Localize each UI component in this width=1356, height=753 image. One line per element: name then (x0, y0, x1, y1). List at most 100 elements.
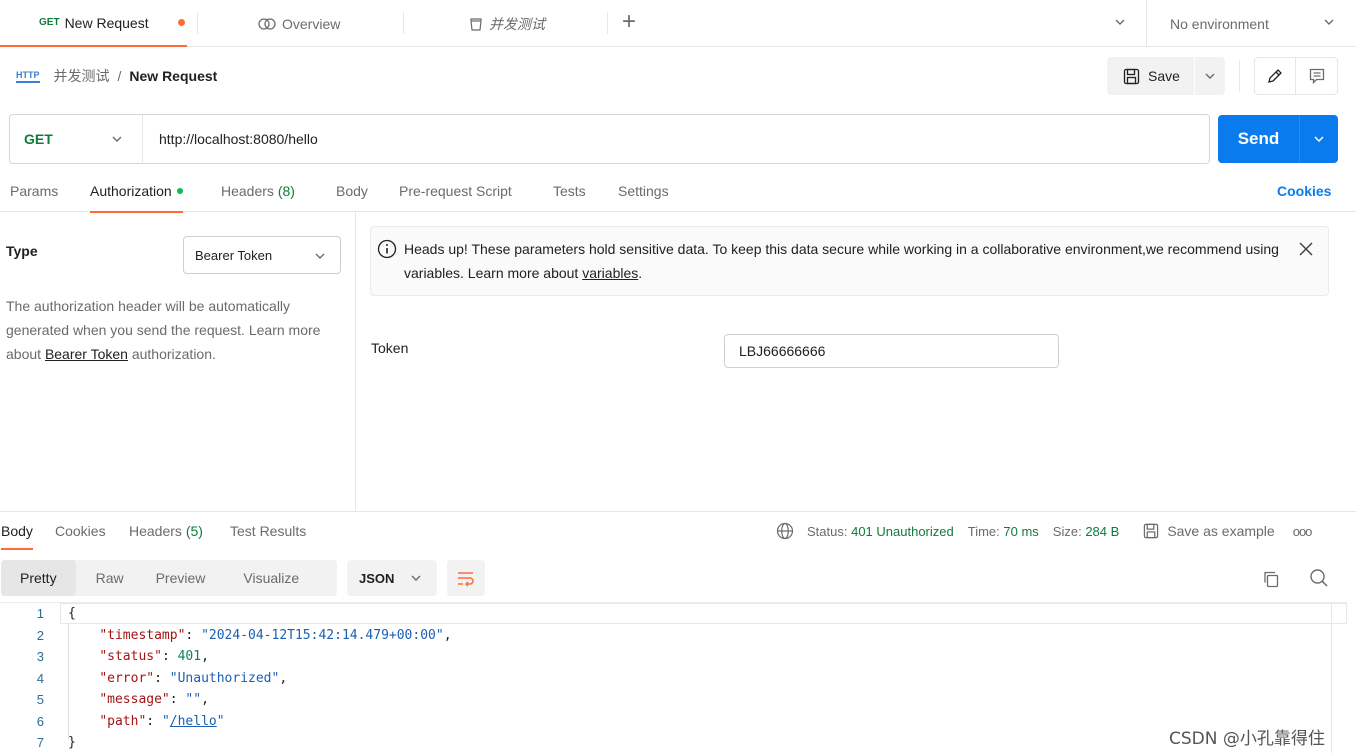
code-line: 4 "error": "Unauthorized", (0, 668, 287, 690)
status-value[interactable]: 401 Unauthorized (851, 524, 954, 539)
comments-icon[interactable] (1296, 58, 1337, 94)
save-as-example-button[interactable]: Save as example (1143, 523, 1275, 539)
tab-tests[interactable]: Tests (553, 183, 586, 211)
status-dot-icon (176, 188, 183, 194)
line-content: } (68, 735, 76, 751)
close-icon[interactable] (1298, 241, 1314, 261)
info-icon (377, 239, 397, 262)
request-config-tabs: Params Authorization Headers (8) Body Pr… (0, 172, 1356, 213)
line-content: "status": 401, (99, 649, 209, 665)
tab-label: Overview (282, 15, 341, 32)
tab-divider (403, 12, 404, 34)
tab-headers[interactable]: Headers (8) (221, 183, 295, 211)
url-input[interactable] (143, 115, 1209, 163)
tab-response-headers[interactable]: Headers (5) (129, 523, 203, 548)
line-content: "timestamp": "2024-04-12T15:42:14.479+00… (99, 627, 452, 643)
tab-overview[interactable]: Overview (257, 0, 340, 47)
bearer-token-link[interactable]: Bearer Token (45, 346, 128, 362)
search-icon[interactable] (1309, 568, 1329, 591)
sensitive-data-notice: Heads up! These parameters hold sensitiv… (370, 226, 1329, 296)
wrap-lines-icon[interactable] (447, 560, 485, 596)
chevron-down-icon (110, 132, 124, 149)
code-line: 6 "path": "/hello" (0, 711, 225, 733)
tabs-menu-chevron-down-icon[interactable] (1113, 15, 1127, 32)
tab-collection[interactable]: 并发测试 (468, 0, 545, 47)
copy-icon[interactable] (1261, 569, 1281, 592)
view-preview[interactable]: Preview (138, 560, 225, 596)
notice-message: Heads up! These parameters hold sensitiv… (404, 241, 1279, 281)
globe-icon[interactable] (776, 522, 794, 540)
response-view-toolbar: Pretty Raw Preview Visualize JSON (0, 559, 1356, 599)
code-line: 2 "timestamp": "2024-04-12T15:42:14.479+… (0, 625, 452, 647)
view-mode-segment: Pretty Raw Preview Visualize (1, 560, 337, 596)
code-line: 5 "message": "", (0, 689, 209, 711)
method-selector[interactable]: GET (10, 115, 143, 163)
auth-type-value: Bearer Token (195, 247, 273, 263)
overview-icon (257, 17, 277, 31)
request-url-bar: GET (9, 114, 1210, 164)
auth-type-dropdown[interactable]: Bearer Token (183, 236, 341, 274)
view-visualize[interactable]: Visualize (224, 560, 299, 596)
request-tab-bar: GET New Request Overview 并发测试 + No envir… (0, 0, 1356, 47)
format-value: JSON (359, 570, 395, 586)
tab-divider (607, 12, 608, 34)
cookies-link[interactable]: Cookies (1277, 183, 1331, 199)
watermark: CSDN @小孔靠得住 (1169, 729, 1325, 749)
response-meta: Status: 401 Unauthorized Time: 70 ms Siz… (776, 522, 1313, 540)
tab-test-results[interactable]: Test Results (230, 523, 306, 548)
save-as-example-label: Save as example (1167, 523, 1275, 539)
path-link[interactable]: /hello (170, 714, 217, 729)
environment-selector[interactable]: No environment (1146, 0, 1356, 47)
method-label: GET (24, 131, 53, 147)
auth-description: The authorization header will be automat… (6, 298, 321, 362)
add-tab-icon[interactable]: + (622, 9, 636, 35)
more-options-icon[interactable]: ooo (1293, 524, 1313, 539)
time-label: Time: (967, 523, 1000, 539)
tab-label: New Request (64, 14, 149, 31)
size-label: Size: (1052, 523, 1082, 539)
chevron-down-icon (1322, 15, 1336, 32)
save-icon (1143, 523, 1159, 539)
size-value[interactable]: 284 B (1085, 524, 1119, 539)
time-value[interactable]: 70 ms (1003, 524, 1038, 539)
breadcrumb-request-name[interactable]: New Request (129, 68, 217, 84)
line-number: 7 (36, 735, 44, 751)
tab-method: GET (39, 17, 60, 28)
line-number: 3 (36, 649, 44, 665)
save-options-chevron-down-icon[interactable] (1195, 57, 1225, 95)
breadcrumb-collection[interactable]: 并发测试 (54, 66, 110, 86)
view-toggle-group (1254, 57, 1338, 95)
save-icon (1123, 68, 1140, 85)
editor-border (1331, 603, 1332, 753)
line-number: 4 (36, 670, 44, 686)
tab-params[interactable]: Params (10, 183, 58, 211)
tab-response-cookies[interactable]: Cookies (55, 523, 106, 548)
format-dropdown[interactable]: JSON (347, 560, 437, 596)
unsaved-dot-icon (178, 19, 185, 26)
tab-settings[interactable]: Settings (618, 183, 669, 211)
tab-body[interactable]: Body (336, 183, 368, 211)
chevron-down-icon (409, 571, 423, 588)
auth-type-label: Type (6, 243, 38, 259)
tab-response-body[interactable]: Body (1, 523, 33, 550)
current-line-highlight (60, 603, 1347, 624)
view-raw[interactable]: Raw (76, 560, 138, 596)
tab-authorization[interactable]: Authorization (90, 183, 183, 213)
edit-pencil-icon[interactable] (1255, 58, 1296, 94)
line-content: { (68, 606, 76, 622)
view-pretty[interactable]: Pretty (1, 560, 76, 596)
save-button-group: Save (1107, 57, 1225, 95)
status-label: Status: (807, 523, 848, 539)
line-number: 1 (36, 606, 44, 622)
token-input[interactable] (724, 334, 1059, 368)
variables-link[interactable]: variables (582, 265, 638, 281)
send-options-chevron-down-icon[interactable] (1300, 115, 1338, 163)
response-body-editor[interactable]: 1 { 2 "timestamp": "2024-04-12T15:42:14.… (0, 602, 1347, 753)
save-button[interactable]: Save (1107, 57, 1195, 95)
save-label: Save (1148, 68, 1180, 84)
tab-new-request[interactable]: GET New Request (0, 0, 187, 47)
auth-type-panel: Type Bearer Token The authorization head… (0, 212, 356, 512)
tab-pre-request-script[interactable]: Pre-request Script (399, 183, 512, 211)
send-button[interactable]: Send (1218, 115, 1300, 163)
http-request-icon: HTTP (16, 70, 40, 83)
